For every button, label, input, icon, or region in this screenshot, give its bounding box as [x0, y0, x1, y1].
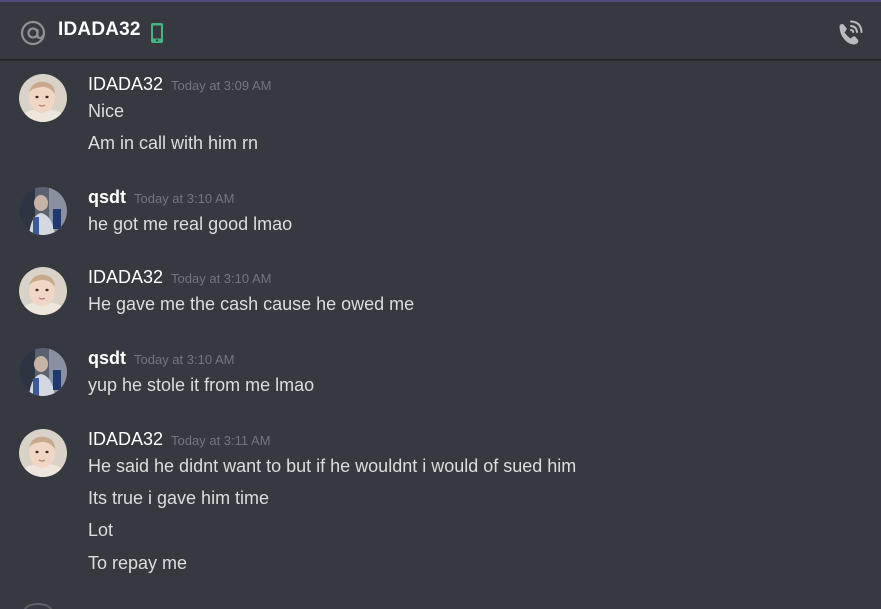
message-text: he got me real good lmao — [88, 214, 293, 234]
message-header: qsdt Today at 3:10 AM — [88, 187, 234, 211]
message-text: Am in call with him rn — [88, 133, 259, 153]
username[interactable]: IDADA32 — [88, 267, 163, 287]
message-text: He gave me the cash cause he owed me — [88, 294, 415, 314]
message-header: IDADA32 Today at 3:11 AM — [88, 429, 271, 453]
baby-photo-avatar[interactable] — [19, 429, 67, 477]
dm-chat-window: IDADA32 IDADA32 Today at 3:09 AM Nice Am… — [0, 0, 881, 609]
message-text: He said he didnt want to but if he would… — [88, 456, 577, 476]
username[interactable]: qsdt — [88, 187, 126, 207]
username[interactable]: IDADA32 — [88, 429, 163, 449]
channel-header: IDADA32 — [0, 2, 881, 60]
message-text: Its true i gave him time — [88, 488, 270, 508]
message-text: Nice — [88, 101, 125, 121]
message-text: yup he stole it from me lmao — [88, 375, 315, 395]
message-text: To repay me — [88, 553, 188, 573]
message-header: IDADA32 Today at 3:10 AM — [88, 267, 272, 291]
mobile-phone-icon — [151, 23, 163, 43]
channel-title: IDADA32 — [58, 19, 141, 40]
message-text: Lot — [88, 520, 114, 540]
message-header: qsdt Today at 3:10 AM — [88, 348, 234, 372]
message-header: IDADA32 Today at 3:09 AM — [88, 74, 272, 98]
person-photo-avatar[interactable] — [19, 348, 67, 396]
baby-photo-avatar[interactable] — [19, 267, 67, 315]
username[interactable]: IDADA32 — [88, 74, 163, 94]
timestamp: Today at 3:11 AM — [171, 433, 271, 448]
timestamp: Today at 3:09 AM — [171, 78, 272, 93]
person-photo-avatar[interactable] — [19, 187, 67, 235]
username[interactable]: qsdt — [88, 348, 126, 368]
message-list[interactable]: IDADA32 Today at 3:09 AM Nice Am in call … — [0, 61, 881, 609]
timestamp: Today at 3:10 AM — [134, 352, 235, 367]
baby-photo-avatar[interactable] — [19, 74, 67, 122]
timestamp: Today at 3:10 AM — [134, 191, 235, 206]
timestamp: Today at 3:10 AM — [171, 271, 272, 286]
start-voice-call-icon[interactable] — [836, 19, 864, 47]
at-sign-icon — [20, 20, 46, 46]
